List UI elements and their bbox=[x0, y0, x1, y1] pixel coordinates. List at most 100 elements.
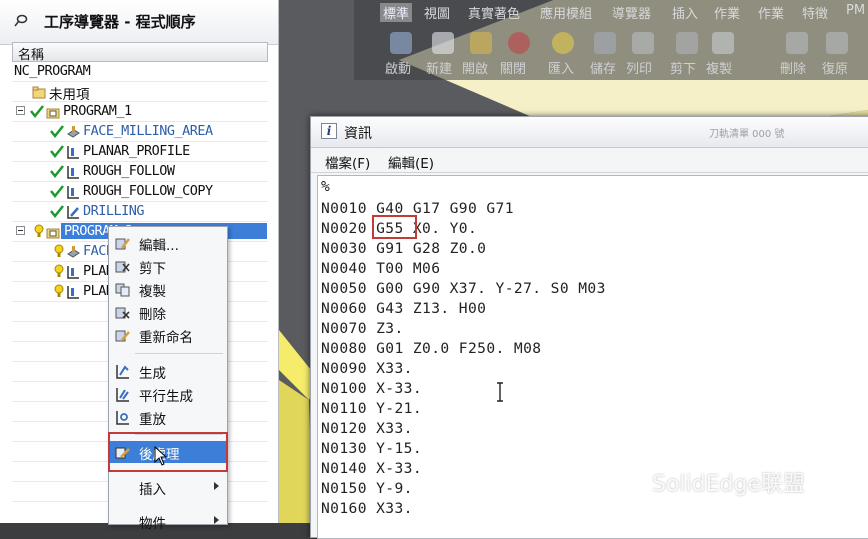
tab-pm[interactable]: PM bbox=[846, 3, 865, 22]
open-button[interactable]: 開啟 bbox=[462, 58, 488, 77]
tree-item-label: 未用項 bbox=[49, 87, 90, 103]
new-button[interactable]: 新建 bbox=[426, 58, 452, 77]
undo-button[interactable]: 復原 bbox=[822, 58, 848, 77]
tab-true-shading[interactable]: 真實著色 bbox=[468, 3, 520, 22]
cut-button[interactable]: 剪下 bbox=[670, 58, 696, 77]
tree-item-label: PLANAR_PROFILE bbox=[83, 143, 190, 159]
save-icon bbox=[594, 32, 616, 54]
menu-item-parallel-generate[interactable]: 平行生成 bbox=[109, 383, 227, 405]
face-milling-icon bbox=[67, 246, 80, 258]
tree-item-label: NC_PROGRAM bbox=[14, 63, 91, 79]
tree-row-unused[interactable]: 未用項 bbox=[12, 82, 268, 103]
copy-icon bbox=[115, 283, 130, 297]
copy-button[interactable]: 複製 bbox=[706, 58, 732, 77]
menu-item-label: 刪除 bbox=[139, 307, 166, 323]
text-cursor-icon bbox=[497, 382, 503, 402]
collapse-icon[interactable] bbox=[16, 106, 25, 115]
tree-row-nc-program[interactable]: NC_PROGRAM bbox=[12, 62, 268, 82]
print-button[interactable]: 列印 bbox=[626, 58, 652, 77]
menu-item-label: 重新命名 bbox=[139, 330, 193, 346]
start-button[interactable]: 啟動 bbox=[385, 58, 411, 77]
tree-row-program-1[interactable]: PROGRAM_1 bbox=[12, 102, 268, 122]
info-icon: i bbox=[321, 123, 337, 139]
tree-row-operation[interactable]: ROUGH_FOLLOW_COPY bbox=[12, 182, 268, 202]
checkmark-icon bbox=[50, 205, 64, 218]
menu-item-edit[interactable]: 編輯... bbox=[109, 232, 227, 254]
code-line: N0050 G00 G90 X37. Y-27. S0 M03 bbox=[321, 280, 606, 297]
delete-icon bbox=[115, 307, 130, 319]
import-icon bbox=[552, 32, 574, 54]
menu-item-cut[interactable]: 剪下 bbox=[109, 255, 227, 277]
menu-edit[interactable]: 編輯(E) bbox=[388, 152, 434, 172]
tree-row-operation[interactable]: ROUGH_FOLLOW bbox=[12, 162, 268, 182]
g55-highlight-box bbox=[372, 215, 417, 239]
delete-button[interactable]: 刪除 bbox=[780, 58, 806, 77]
checkmark-icon bbox=[50, 185, 64, 198]
drilling-icon bbox=[67, 206, 79, 219]
new-icon bbox=[432, 32, 454, 54]
tab-operation-2[interactable]: 作業 bbox=[758, 3, 784, 22]
tree-row-operation[interactable]: FACE_MILLING_AREA bbox=[12, 122, 268, 142]
wechat-logo-icon bbox=[605, 472, 638, 496]
code-line: N0070 Z3. bbox=[321, 320, 404, 337]
information-title: 資訊 bbox=[344, 126, 372, 142]
generate-icon bbox=[116, 365, 129, 379]
tab-view[interactable]: 視圖 bbox=[424, 3, 450, 22]
planar-profile-icon bbox=[67, 146, 79, 159]
standard-toolbar: 標準 視圖 真實著色 應用模組 導覽器 插入 作業 作業 特徵 PM 啟動 新建… bbox=[354, 0, 868, 80]
name-column-header[interactable]: 名稱 bbox=[12, 42, 268, 63]
tab-operation[interactable]: 作業 bbox=[714, 3, 740, 22]
information-menubar: 檔案(F) 編輯(E) bbox=[311, 148, 868, 173]
status-pending-icon bbox=[54, 264, 64, 277]
tab-applications[interactable]: 應用模組 bbox=[540, 3, 592, 22]
code-line: N0130 Y-15. bbox=[321, 440, 423, 457]
menu-item-label: 物件 bbox=[139, 516, 166, 532]
information-titlebar[interactable]: i 資訊 刀軌清單 000 號 bbox=[311, 117, 868, 148]
save-button[interactable]: 儲存 bbox=[590, 58, 616, 77]
rough-follow-icon bbox=[67, 186, 79, 199]
cut-icon bbox=[676, 32, 698, 54]
code-line: N0120 X33. bbox=[321, 420, 413, 437]
menu-item-rename[interactable]: 重新命名 bbox=[109, 324, 227, 346]
tree-item-label: DRILLING bbox=[83, 203, 145, 219]
tab-insert[interactable]: 插入 bbox=[672, 3, 698, 22]
import-button[interactable]: 匯入 bbox=[548, 58, 574, 77]
collapse-icon[interactable] bbox=[16, 226, 25, 235]
menu-item-delete[interactable]: 刪除 bbox=[109, 301, 227, 323]
background-window-title: 刀軌清單 000 號 bbox=[709, 129, 785, 140]
checkmark-icon bbox=[30, 105, 44, 118]
open-icon bbox=[470, 32, 492, 54]
watermark-text: SolidEdge联盟 bbox=[652, 472, 805, 497]
rough-follow-icon bbox=[67, 166, 79, 179]
tree-item-label: ROUGH_FOLLOW_COPY bbox=[83, 183, 213, 199]
menu-item-copy[interactable]: 複製 bbox=[109, 278, 227, 300]
menu-item-generate[interactable]: 生成 bbox=[109, 360, 227, 382]
tab-features[interactable]: 特徵 bbox=[802, 3, 828, 22]
checkmark-icon bbox=[50, 145, 64, 158]
status-pending-icon bbox=[54, 284, 64, 297]
close-icon bbox=[508, 32, 530, 54]
program-folder-icon bbox=[46, 108, 60, 119]
menu-item-replay[interactable]: 重放 bbox=[109, 406, 227, 428]
tab-navigator[interactable]: 導覽器 bbox=[612, 3, 651, 22]
code-line: N0040 T00 M06 bbox=[321, 260, 441, 277]
menu-item-insert[interactable]: 插入 bbox=[109, 476, 227, 498]
menu-separator bbox=[135, 353, 223, 354]
tree-row-operation[interactable]: PLANAR_PROFILE bbox=[12, 142, 268, 162]
parallel-generate-icon bbox=[116, 388, 129, 402]
menu-file[interactable]: 檔案(F) bbox=[325, 152, 370, 172]
tab-standard[interactable]: 標準 bbox=[380, 3, 413, 22]
tree-item-label: PROGRAM_1 bbox=[63, 103, 132, 119]
print-icon bbox=[632, 32, 654, 54]
copy-icon bbox=[712, 32, 734, 54]
code-line: N0010 G40 G17 G90 G71 bbox=[321, 200, 514, 217]
pin-icon[interactable] bbox=[14, 13, 28, 27]
tree-row-operation[interactable]: DRILLING bbox=[12, 202, 268, 222]
code-line: N0080 G01 Z0.0 F250. M08 bbox=[321, 340, 542, 357]
close-button[interactable]: 關閉 bbox=[500, 58, 526, 77]
code-line: N0060 G43 Z13. H00 bbox=[321, 300, 487, 317]
code-line: N0110 Y-21. bbox=[321, 400, 423, 417]
menu-item-object[interactable]: 物件 bbox=[109, 510, 227, 532]
postprocess-highlight-box bbox=[108, 432, 228, 472]
menu-item-label: 重放 bbox=[139, 412, 166, 428]
